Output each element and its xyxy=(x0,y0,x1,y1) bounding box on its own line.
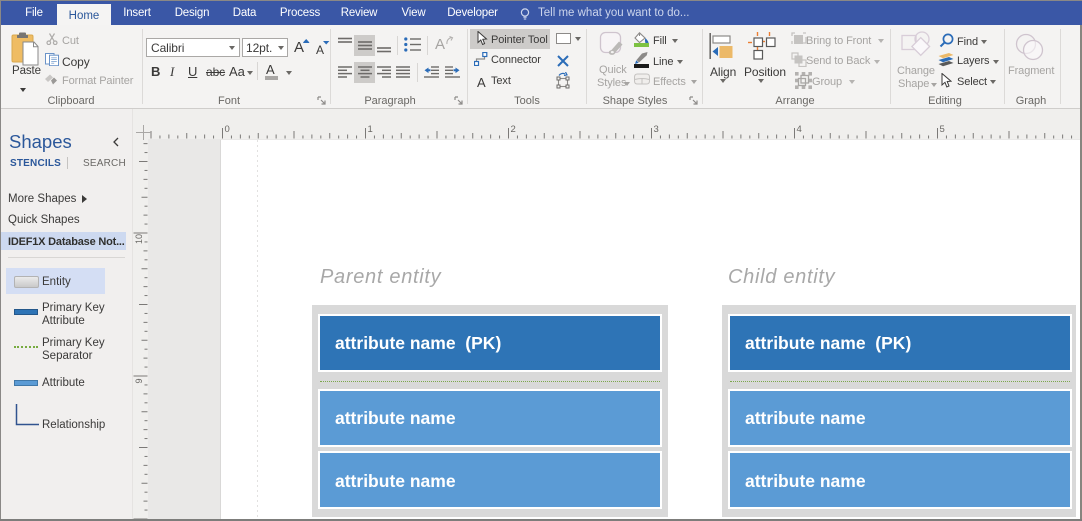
svg-text:2: 2 xyxy=(511,124,516,135)
svg-text:10: 10 xyxy=(134,234,144,244)
svg-text:9: 9 xyxy=(134,378,144,383)
svg-text:3: 3 xyxy=(654,124,659,135)
svg-text:0: 0 xyxy=(225,124,230,135)
svg-text:4: 4 xyxy=(797,124,802,135)
svg-text:5: 5 xyxy=(940,124,945,135)
svg-text:1: 1 xyxy=(368,124,373,135)
